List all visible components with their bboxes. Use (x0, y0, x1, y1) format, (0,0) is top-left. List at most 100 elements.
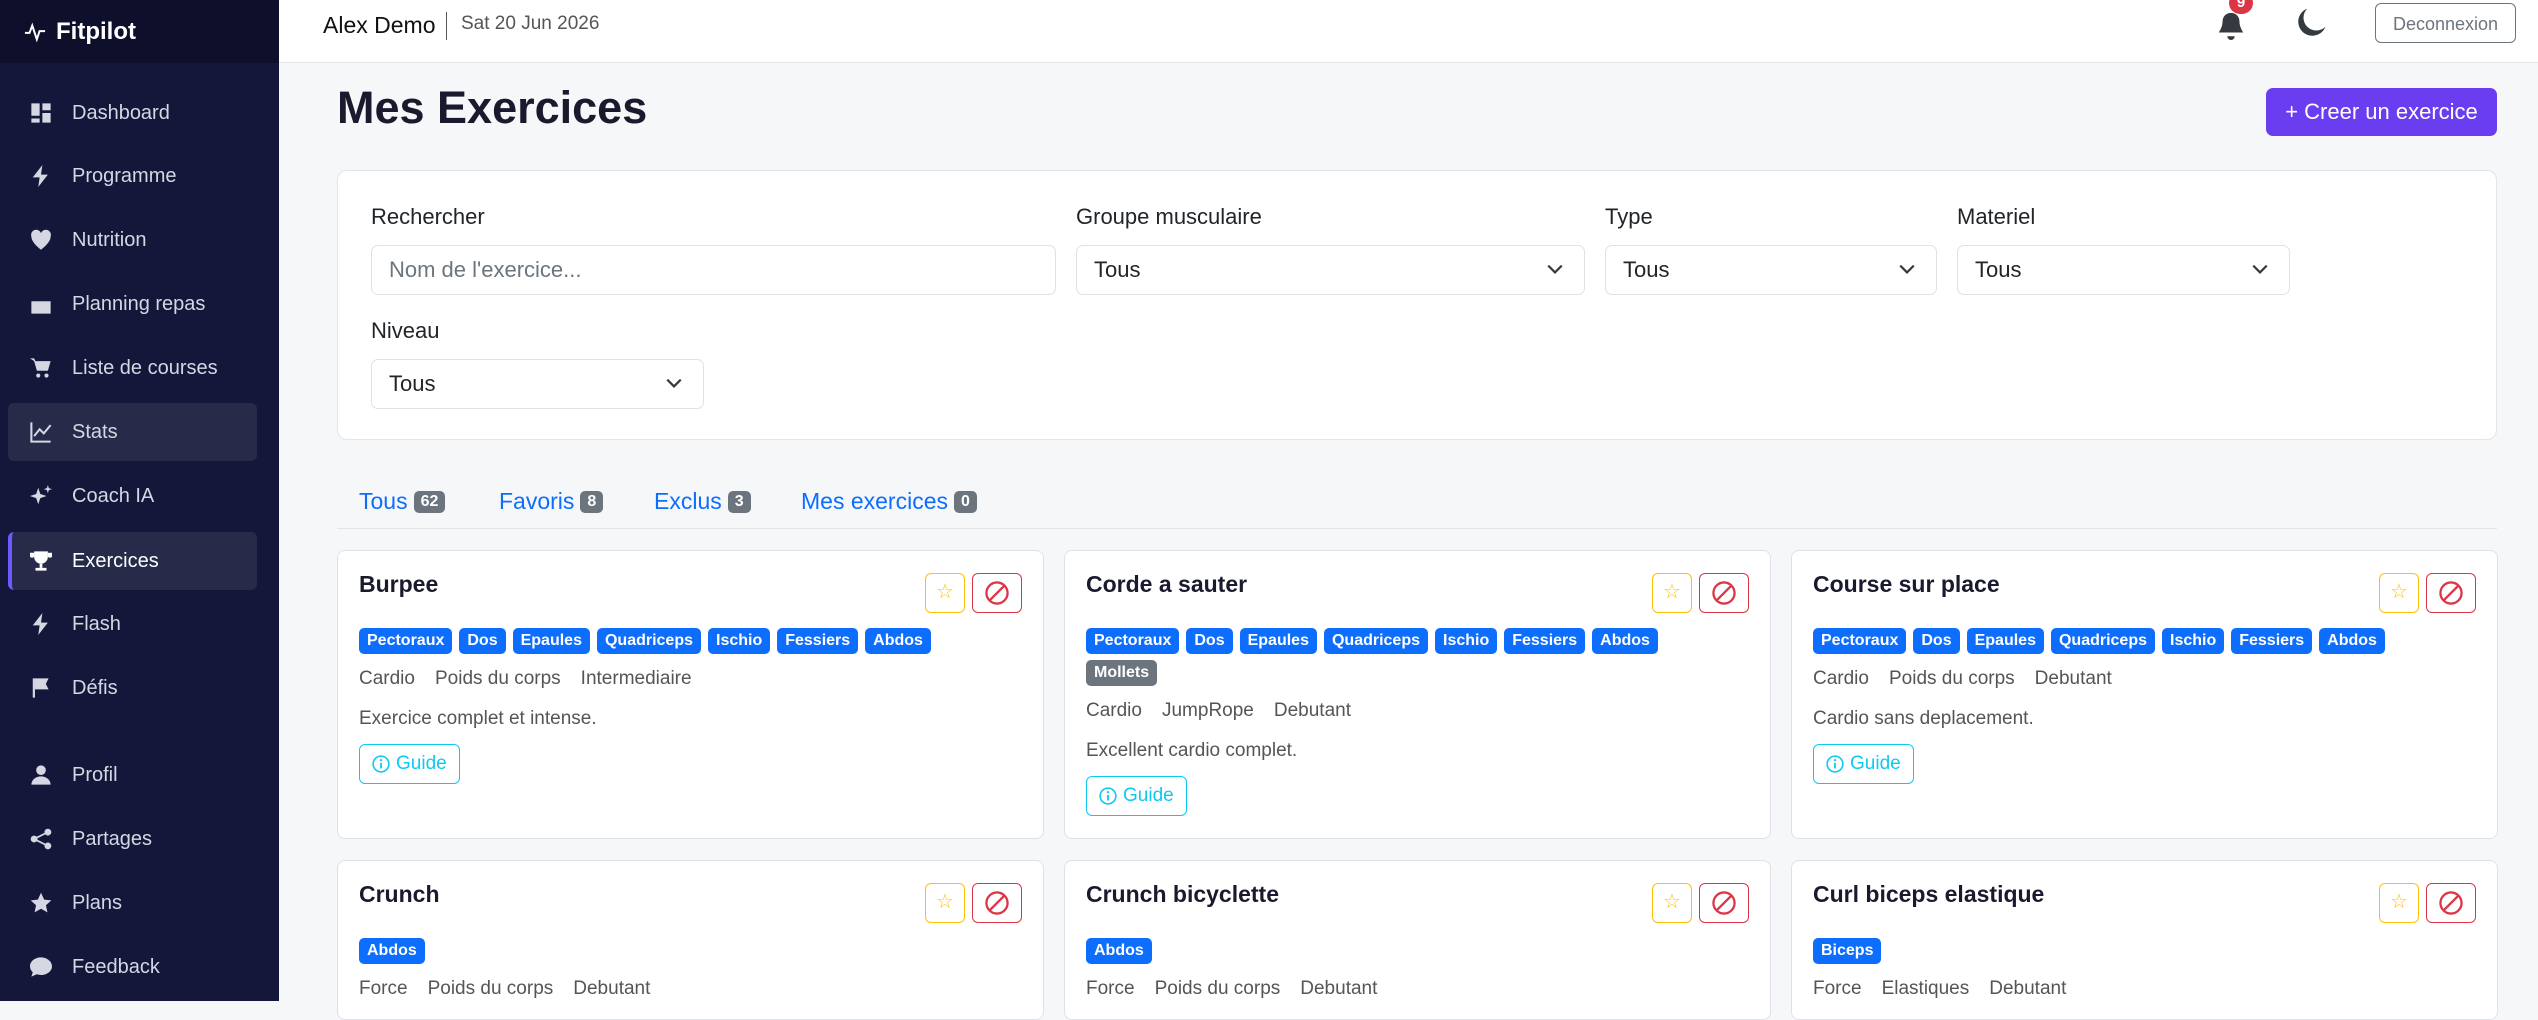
bell-icon (2218, 12, 2244, 40)
favorite-button[interactable]: ☆ (1652, 883, 1692, 923)
notifications-button[interactable] (2216, 10, 2250, 44)
exclude-button[interactable] (2426, 573, 2476, 613)
sidebar: Fitpilot Dashboard Programme Nutrition P… (0, 0, 279, 1001)
sidebar-item-defis[interactable]: Défis (8, 659, 257, 717)
exclude-button[interactable] (972, 573, 1022, 613)
sidebar-item-partages[interactable]: Partages (8, 810, 257, 868)
sidebar-item-plans[interactable]: Plans (8, 874, 257, 932)
level-select[interactable]: Tous (371, 359, 704, 409)
favorite-button[interactable]: ☆ (2379, 883, 2419, 923)
exercise-card[interactable]: Crunch bicyclette ☆ Abdos Force Poids du… (1064, 860, 1771, 1020)
favorite-button[interactable]: ☆ (925, 573, 965, 613)
favorite-button[interactable]: ☆ (2379, 573, 2419, 613)
sidebar-item-liste-de-courses[interactable]: Liste de courses (8, 339, 257, 397)
current-date: Sat 20 Jun 2026 (461, 13, 600, 34)
dark-mode-toggle[interactable] (2296, 8, 2330, 42)
lightning-icon (32, 613, 48, 635)
exercise-title: Crunch bicyclette (1086, 881, 1279, 907)
chevron-down-icon (2252, 264, 2268, 274)
chevron-down-icon (1899, 264, 1915, 274)
favorite-button[interactable]: ☆ (925, 883, 965, 923)
calendar-icon (31, 297, 51, 314)
muscle-tag: Abdos (1592, 628, 1658, 654)
sidebar-item-label: Liste de courses (72, 356, 218, 379)
sidebar-item-feedback[interactable]: Feedback (8, 938, 257, 996)
exercise-card[interactable]: Burpee ☆ Pectoraux Dos Epaules Quadricep… (337, 550, 1044, 839)
type-value: Tous (1623, 257, 1670, 282)
exercise-card[interactable]: Corde a sauter ☆ Pectoraux Dos Epaules Q… (1064, 550, 1771, 839)
sidebar-item-label: Nutrition (72, 228, 147, 251)
exercise-type: Force (1086, 978, 1135, 999)
level-value: Tous (389, 371, 436, 396)
person-icon (31, 765, 51, 785)
page-title: Mes Exercices (337, 82, 648, 133)
ban-icon (1712, 581, 1736, 605)
guide-button[interactable]: Guide (359, 744, 460, 784)
lightning-icon (32, 165, 48, 187)
guide-label: Guide (1123, 785, 1174, 806)
guide-button[interactable]: Guide (1813, 744, 1914, 784)
pulse-icon (24, 22, 46, 43)
tab-tous[interactable]: Tous 62 (359, 488, 446, 515)
ban-icon (2439, 891, 2463, 915)
muscle-tag: Dos (1913, 628, 1960, 654)
muscle-tag: Dos (459, 628, 506, 654)
info-icon (1099, 787, 1117, 805)
cart-icon (30, 358, 51, 378)
guide-label: Guide (1850, 753, 1901, 774)
sidebar-item-flash[interactable]: Flash (8, 595, 257, 653)
tab-favoris[interactable]: Favoris 8 (499, 488, 604, 515)
sidebar-item-label: Planning repas (72, 292, 206, 315)
exercise-level: Debutant (1273, 700, 1351, 721)
muscle-tags: Pectoraux Dos Epaules Quadriceps Ischio … (1813, 628, 2473, 654)
sidebar-item-programme[interactable]: Programme (8, 147, 257, 205)
muscle-group-select[interactable]: Tous (1076, 245, 1585, 295)
type-select[interactable]: Tous (1605, 245, 1937, 295)
guide-label: Guide (396, 753, 447, 774)
topbar: Alex Demo Sat 20 Jun 2026 9 Deconnexion (279, 0, 2538, 63)
equipment-select[interactable]: Tous (1957, 245, 2290, 295)
create-exercise-button[interactable]: + Creer un exercice (2266, 88, 2497, 136)
dashboard-icon (31, 103, 51, 123)
tab-exclus[interactable]: Exclus 3 (654, 488, 751, 515)
exercise-description: Excellent cardio complet. (1086, 740, 1298, 761)
guide-button[interactable]: Guide (1086, 776, 1187, 816)
sidebar-item-label: Flash (72, 612, 121, 635)
sidebar-item-nutrition[interactable]: Nutrition (8, 211, 257, 269)
muscle-tags-row-2: Mollets (1086, 660, 1746, 686)
muscle-tags: Abdos (359, 938, 1019, 964)
ban-icon (985, 891, 1009, 915)
sidebar-item-label: Profil (72, 763, 118, 786)
sidebar-item-coach-ia[interactable]: Coach IA (8, 467, 257, 525)
muscle-tag: Ischio (708, 628, 771, 654)
sidebar-item-stats[interactable]: Stats (8, 403, 257, 461)
chevron-down-icon (1547, 264, 1563, 274)
exclude-button[interactable] (1699, 573, 1749, 613)
search-input[interactable]: Nom de l'exercice... (371, 245, 1056, 295)
exercise-card[interactable]: Curl biceps elastique ☆ Biceps Force Ela… (1791, 860, 2498, 1020)
divider (446, 12, 447, 40)
star-icon: ☆ (2390, 581, 2408, 603)
muscle-tags: Abdos (1086, 938, 1746, 964)
sidebar-item-exercices[interactable]: Exercices (8, 532, 257, 590)
exclude-button[interactable] (1699, 883, 1749, 923)
tab-label: Mes exercices (801, 488, 948, 514)
muscle-tags: Pectoraux Dos Epaules Quadriceps Ischio … (359, 628, 1019, 654)
exercise-level: Debutant (1300, 978, 1378, 999)
exercise-card[interactable]: Course sur place ☆ Pectoraux Dos Epaules… (1791, 550, 2498, 839)
sidebar-item-dashboard[interactable]: Dashboard (8, 84, 257, 142)
exclude-button[interactable] (972, 883, 1022, 923)
search-label: Rechercher (371, 204, 485, 229)
brand[interactable]: Fitpilot (0, 0, 279, 63)
tab-mes-exercices[interactable]: Mes exercices 0 (801, 488, 977, 515)
exclude-button[interactable] (2426, 883, 2476, 923)
logout-button[interactable]: Deconnexion (2375, 3, 2516, 43)
sidebar-item-profil[interactable]: Profil (8, 746, 257, 804)
muscle-tag: Mollets (1086, 660, 1158, 686)
sidebar-item-planning-repas[interactable]: Planning repas (8, 275, 257, 333)
exercise-card[interactable]: Crunch ☆ Abdos Force Poids du corps Debu… (337, 860, 1044, 1020)
favorite-button[interactable]: ☆ (1652, 573, 1692, 613)
info-icon (1826, 755, 1844, 773)
flag-icon (32, 678, 49, 698)
sidebar-item-label: Coach IA (72, 484, 155, 507)
